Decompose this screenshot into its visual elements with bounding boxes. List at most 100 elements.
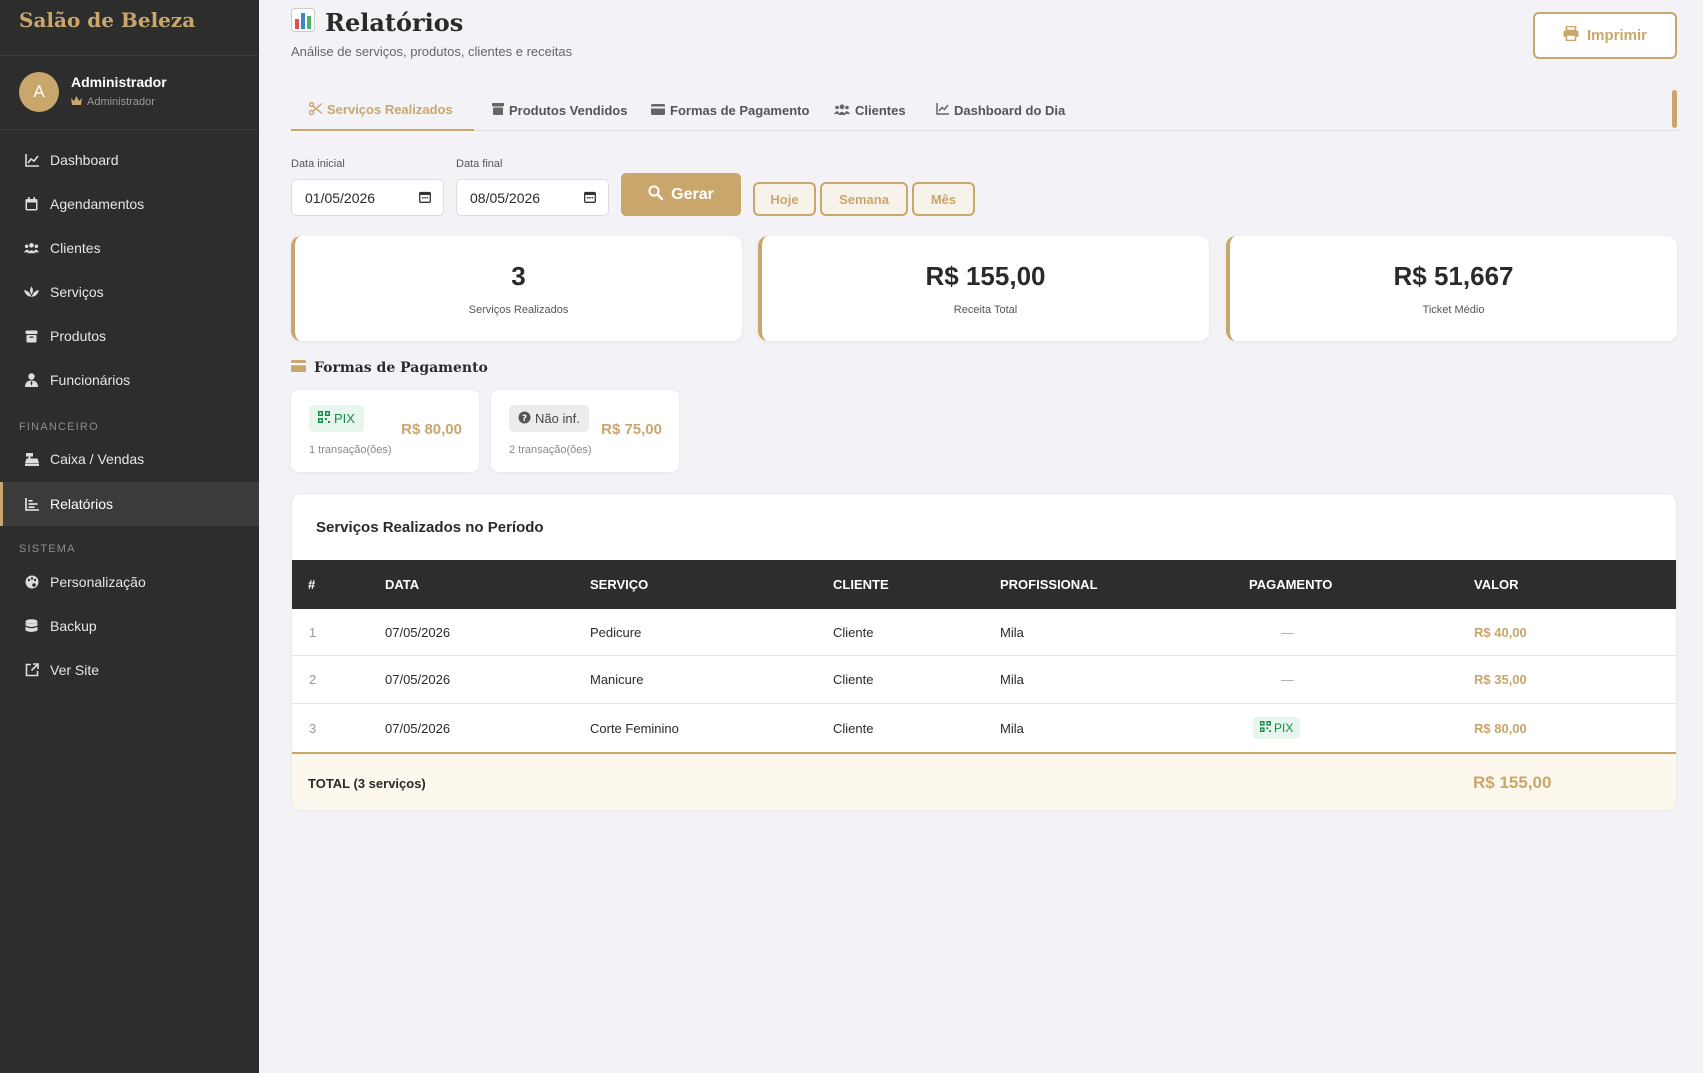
payment-card-not-informed: ? Não inf. R$ 75,00 2 transação(ões): [491, 390, 679, 472]
tab-servicos-realizados[interactable]: Serviços Realizados: [291, 90, 474, 131]
credit-card-icon: [291, 360, 306, 376]
tabs-scrollbar[interactable]: [1672, 90, 1677, 128]
report-tabs: Serviços Realizados Produtos Vendidos Fo…: [291, 90, 1678, 131]
column-header[interactable]: #: [308, 560, 315, 609]
stat-label: Receita Total: [953, 304, 1018, 316]
sidebar-item-personalizacao[interactable]: Personalização: [0, 560, 259, 604]
svg-text:?: ?: [522, 414, 527, 424]
sidebar-item-produtos[interactable]: Produtos: [0, 314, 259, 358]
cell-date: 07/05/2026: [385, 624, 451, 640]
cell-date: 07/05/2026: [385, 672, 451, 687]
tab-dashboard-dia[interactable]: Dashboard do Dia: [918, 90, 1065, 131]
quick-today-button[interactable]: Hoje: [753, 182, 816, 216]
payment-method-badge: PIX: [309, 405, 364, 432]
payment-methods-title-text: Formas de Pagamento: [314, 360, 488, 376]
quick-month-button[interactable]: Mês: [912, 182, 975, 216]
start-date-value: 01/05/2026: [305, 189, 376, 206]
total-label: TOTAL (3 serviços): [308, 775, 426, 791]
start-date-input[interactable]: 01/05/2026: [291, 179, 444, 216]
column-header[interactable]: PROFISSIONAL: [1000, 560, 1098, 609]
sidebar-item-label: Dashboard: [50, 152, 119, 168]
tab-label: Serviços Realizados: [327, 102, 453, 117]
column-header[interactable]: VALOR: [1474, 560, 1519, 609]
sidebar-item-label: Produtos: [50, 328, 107, 344]
cell-professional: Mila: [1000, 624, 1024, 640]
column-header[interactable]: PAGAMENTO: [1249, 560, 1332, 609]
cell-payment: PIX: [1253, 704, 1301, 752]
sidebar: Salão de Beleza A Administrador Administ…: [0, 0, 259, 1073]
box-icon: [492, 103, 504, 118]
table-row[interactable]: 1 07/05/2026 Pedicure Cliente Mila — R$ …: [292, 609, 1676, 656]
qr-code-icon: [318, 411, 330, 426]
sidebar-item-caixa-vendas[interactable]: Caixa / Vendas: [0, 437, 259, 481]
table-row[interactable]: 3 07/05/2026 Corte Feminino Cliente Mila…: [292, 704, 1676, 752]
sidebar-item-ver-site[interactable]: Ver Site: [0, 648, 259, 692]
pix-badge-label: PIX: [1274, 721, 1294, 735]
user-name: Administrador: [71, 74, 167, 90]
cell-service: Pedicure: [590, 624, 642, 640]
sidebar-item-backup[interactable]: Backup: [0, 604, 259, 648]
cell-service: Corte Feminino: [590, 720, 679, 736]
cell-service: Manicure: [590, 672, 644, 687]
quick-week-button[interactable]: Semana: [820, 182, 908, 216]
palette-icon: [24, 575, 39, 590]
generate-button[interactable]: Gerar: [621, 173, 741, 216]
sidebar-item-dashboard[interactable]: Dashboard: [0, 138, 259, 182]
bar-chart-icon: [291, 8, 315, 37]
sidebar-item-clientes[interactable]: Clientes: [0, 226, 259, 270]
database-icon: [24, 619, 39, 634]
cell-client: Cliente: [833, 720, 874, 736]
cell-value: R$ 40,00: [1474, 624, 1527, 640]
cell-payment: —: [1281, 624, 1294, 640]
cell-index: 3: [309, 720, 317, 736]
user-role-label: Administrador: [87, 96, 155, 108]
stat-value: R$ 155,00: [925, 261, 1046, 291]
print-button[interactable]: Imprimir: [1533, 12, 1677, 59]
table-total-row: TOTAL (3 serviços) R$ 155,00: [292, 752, 1676, 810]
end-date-value: 08/05/2026: [470, 189, 541, 206]
avatar: A: [19, 72, 59, 112]
end-date-label: Data final: [456, 158, 503, 170]
cell-professional: Mila: [1000, 720, 1024, 736]
cell-value: R$ 35,00: [1474, 672, 1527, 687]
tab-formas-pagamento[interactable]: Formas de Pagamento: [633, 90, 809, 131]
services-table-title: Serviços Realizados no Período: [316, 519, 544, 536]
total-value: R$ 155,00: [1473, 773, 1552, 792]
cell-client: Cliente: [833, 624, 874, 640]
column-header[interactable]: CLIENTE: [833, 560, 889, 609]
print-button-label: Imprimir: [1586, 27, 1647, 44]
stat-label: Ticket Médio: [1422, 304, 1485, 316]
tab-clientes[interactable]: Clientes: [816, 90, 906, 131]
page-title: Relatórios: [291, 8, 463, 37]
column-header[interactable]: DATA: [385, 560, 419, 609]
cell-date: 07/05/2026: [385, 720, 451, 736]
tab-produtos-vendidos[interactable]: Produtos Vendidos: [474, 90, 627, 131]
user-role: Administrador: [71, 96, 155, 108]
brand-title[interactable]: Salão de Beleza: [19, 8, 195, 32]
user-tie-icon: [24, 373, 39, 388]
cell-index: 2: [309, 672, 317, 687]
calendar-icon[interactable]: [584, 190, 596, 206]
end-date-input[interactable]: 08/05/2026: [456, 179, 609, 216]
sidebar-divider: [0, 129, 259, 130]
users-icon: [24, 241, 39, 256]
qr-code-icon: [1260, 721, 1271, 735]
stat-value: R$ 51,667: [1393, 261, 1514, 291]
generate-button-label: Gerar: [671, 185, 714, 203]
sidebar-item-servicos[interactable]: Serviços: [0, 270, 259, 314]
table-row[interactable]: 2 07/05/2026 Manicure Cliente Mila — R$ …: [292, 656, 1676, 704]
sidebar-item-label: Clientes: [50, 240, 101, 256]
cash-register-icon: [24, 452, 39, 467]
sidebar-item-label: Funcionários: [50, 372, 131, 388]
sidebar-item-funcionarios[interactable]: Funcionários: [0, 358, 259, 402]
payment-method-badge: ? Não inf.: [509, 405, 589, 432]
stat-card-revenue: R$ 155,00 Receita Total: [758, 236, 1209, 341]
column-header[interactable]: SERVIÇO: [590, 560, 648, 609]
tab-label: Dashboard do Dia: [954, 103, 1066, 118]
sidebar-item-agendamentos[interactable]: Agendamentos: [0, 182, 259, 226]
calendar-icon[interactable]: [419, 190, 431, 206]
payment-method-name: PIX: [334, 411, 355, 426]
payment-amount: R$ 80,00: [401, 421, 462, 438]
sidebar-item-relatorios[interactable]: Relatórios: [0, 482, 259, 526]
external-link-icon: [24, 663, 39, 678]
